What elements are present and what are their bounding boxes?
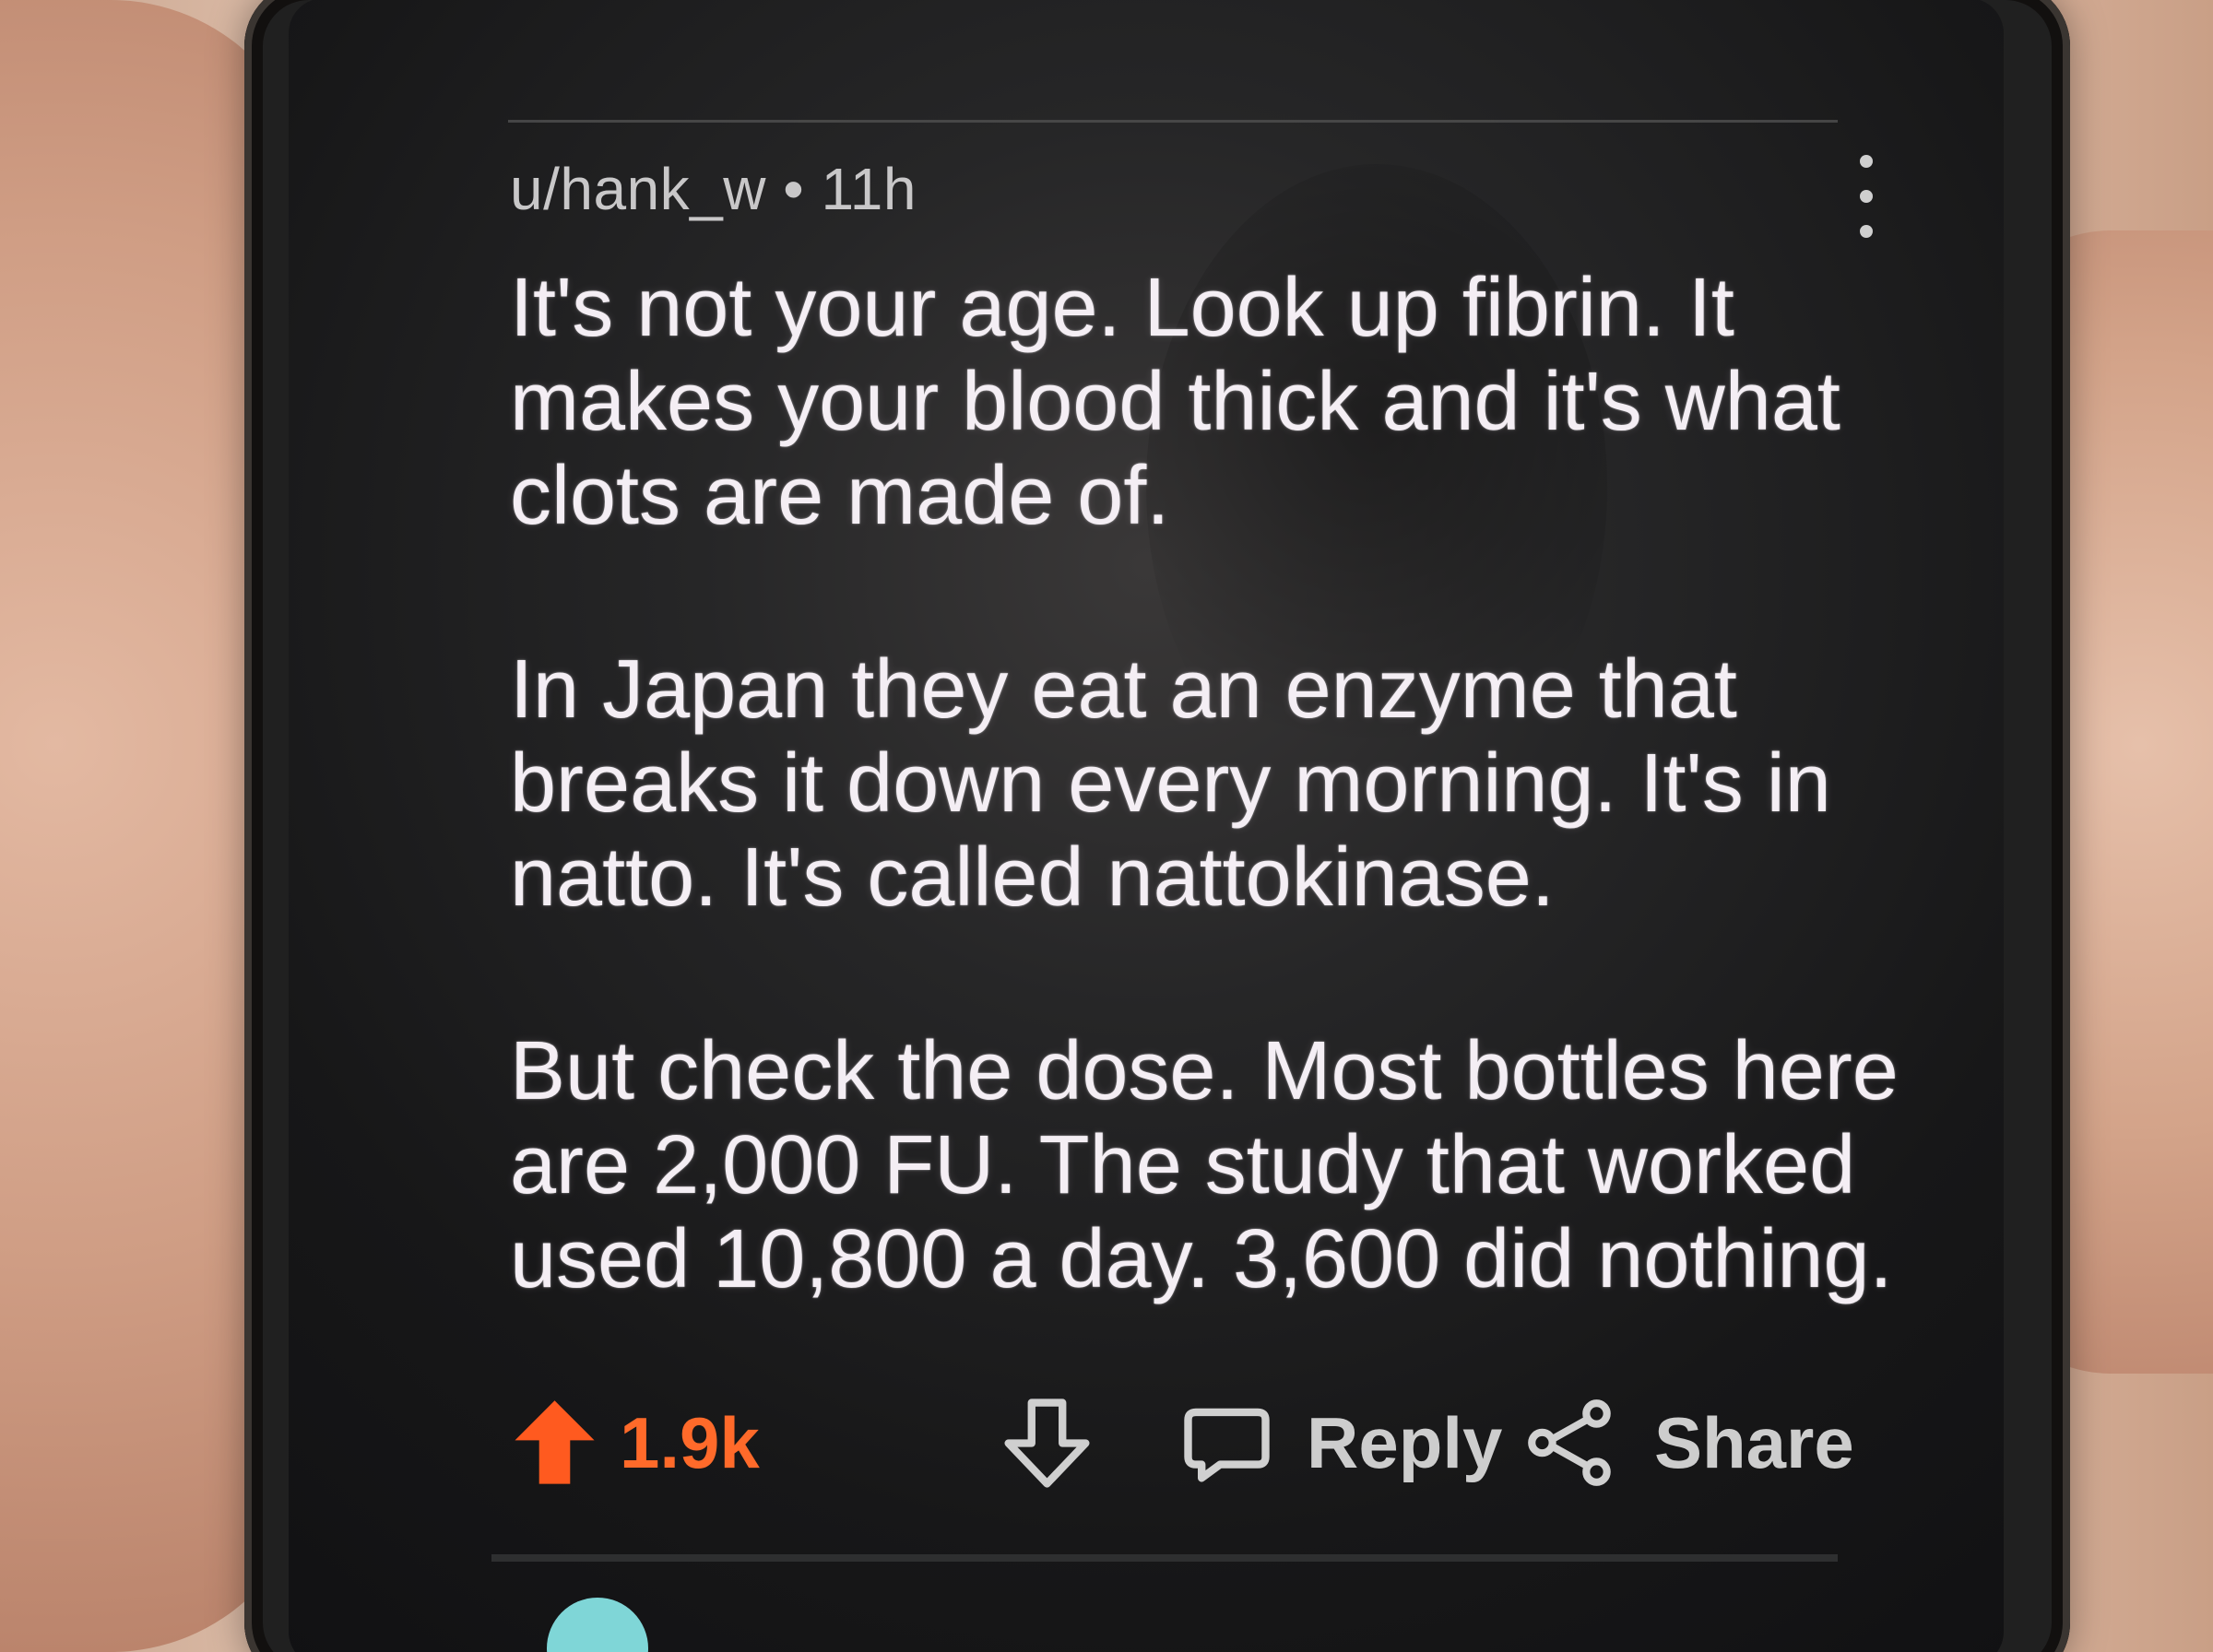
upvote-action[interactable]: 1.9k bbox=[506, 1392, 760, 1493]
next-avatar-peek bbox=[547, 1598, 648, 1652]
upvote-arrow-icon[interactable] bbox=[506, 1395, 603, 1492]
comment-divider-top bbox=[508, 120, 1838, 123]
phone-device: u/hank_w • 11h It's not your age. Look u… bbox=[244, 0, 2070, 1652]
downvote-arrow-icon[interactable] bbox=[994, 1395, 1100, 1492]
comment-body: It's not your age. Look up fibrin. It ma… bbox=[510, 261, 1976, 1306]
comment-author[interactable]: u/hank_w bbox=[510, 156, 766, 222]
downvote-action[interactable] bbox=[994, 1392, 1100, 1493]
comment-meta: u/hank_w • 11h bbox=[510, 155, 917, 223]
phone-screen: u/hank_w • 11h It's not your age. Look u… bbox=[289, 0, 2004, 1652]
menu-dot bbox=[1860, 190, 1873, 203]
comment-divider-bottom bbox=[491, 1554, 1838, 1562]
vote-score: 1.9k bbox=[620, 1401, 760, 1483]
share-label: Share bbox=[1654, 1401, 1854, 1483]
comment-paragraph: In Japan they eat an enzyme that breaks … bbox=[510, 643, 1831, 924]
reply-action[interactable]: Reply bbox=[1178, 1392, 1502, 1493]
menu-dot bbox=[1860, 155, 1873, 168]
meta-separator: • bbox=[783, 156, 805, 222]
menu-dot bbox=[1860, 225, 1873, 238]
comment-paragraph: It's not your age. Look up fibrin. It ma… bbox=[510, 262, 1840, 542]
comment-bubble-icon[interactable] bbox=[1178, 1395, 1275, 1492]
reply-label: Reply bbox=[1307, 1401, 1503, 1483]
more-vertical-icon[interactable] bbox=[1847, 155, 1884, 242]
comment-action-bar: 1.9k Reply Share bbox=[491, 1381, 1854, 1501]
photo-scene: u/hank_w • 11h It's not your age. Look u… bbox=[0, 0, 2213, 1652]
comment-time: 11h bbox=[821, 156, 917, 222]
comment-paragraph: But check the dose. Most bottles here ar… bbox=[510, 1025, 1899, 1305]
share-action[interactable]: Share bbox=[1520, 1392, 1854, 1493]
share-icon[interactable] bbox=[1520, 1391, 1623, 1494]
